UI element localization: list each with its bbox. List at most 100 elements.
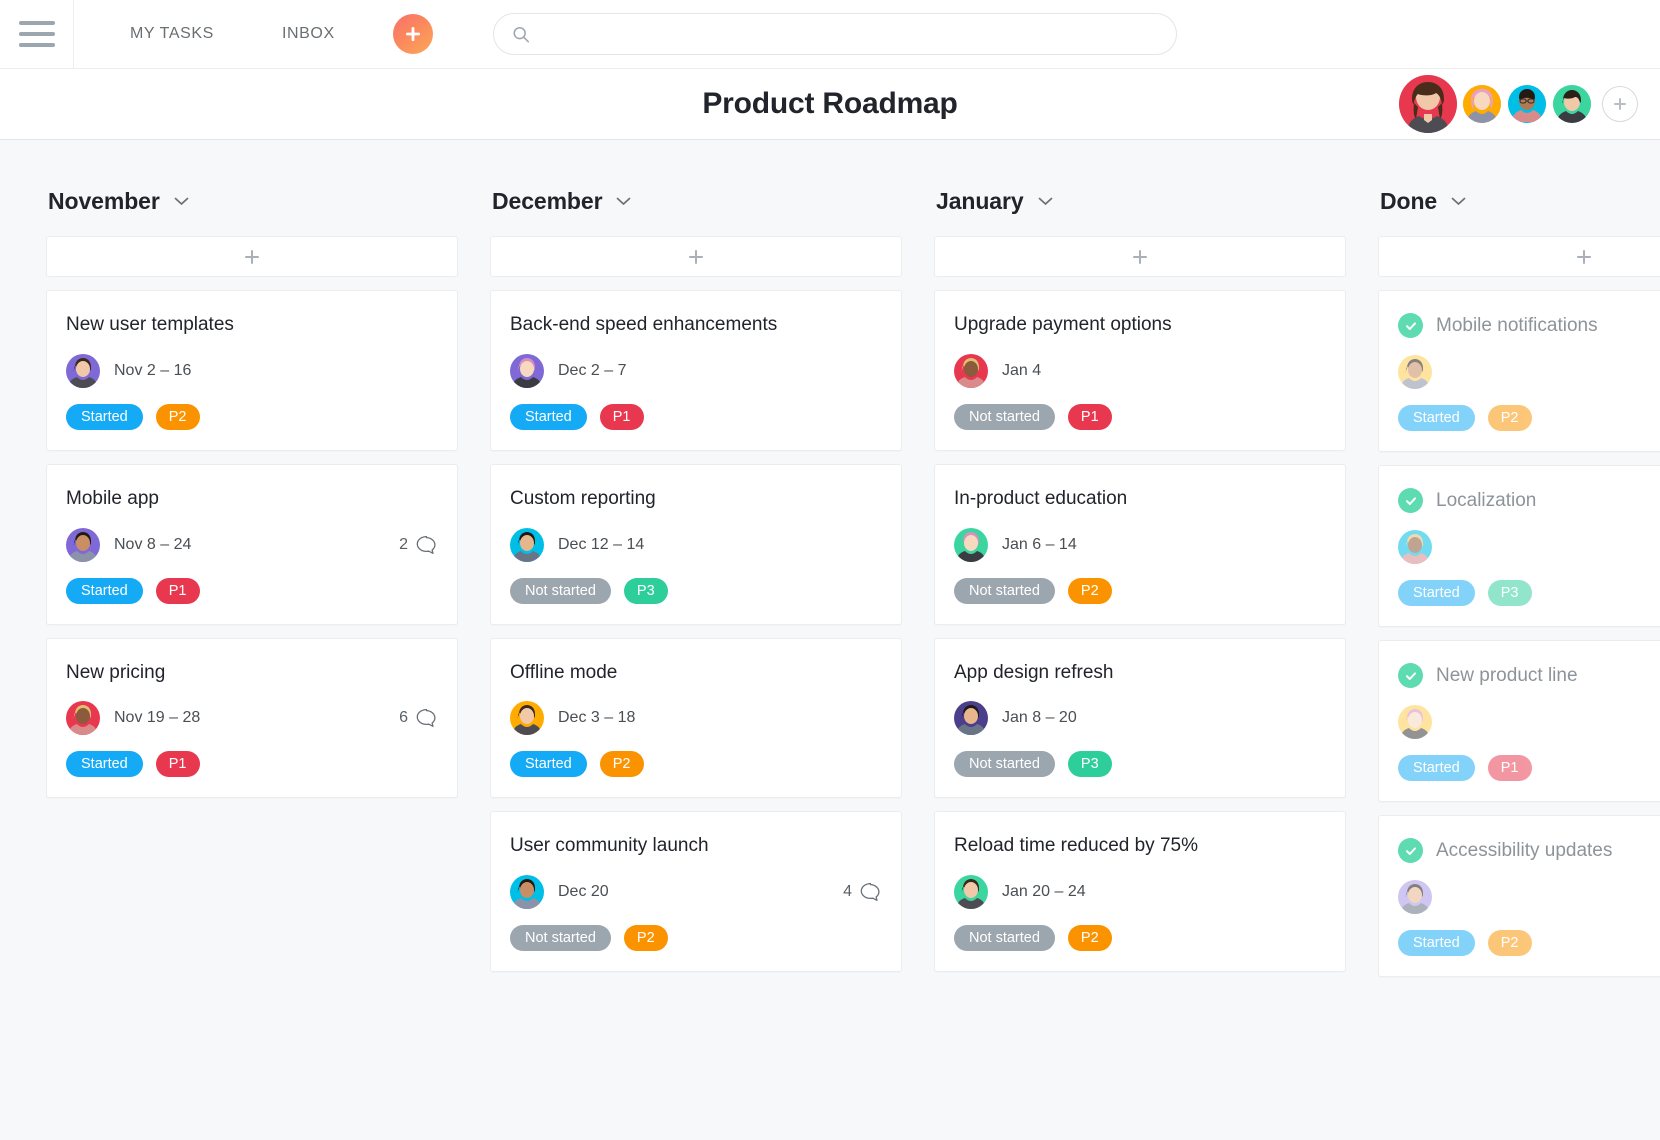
- priority-tag[interactable]: P1: [156, 578, 200, 604]
- task-card[interactable]: Accessibility updatesStartedP2: [1378, 815, 1660, 977]
- priority-tag[interactable]: P1: [1488, 755, 1532, 781]
- priority-tag[interactable]: P2: [1488, 405, 1532, 431]
- assignee-avatar[interactable]: [1398, 355, 1432, 389]
- priority-tag[interactable]: P2: [1068, 578, 1112, 604]
- assignee-avatar[interactable]: [1398, 705, 1432, 739]
- search-bar[interactable]: [493, 13, 1177, 55]
- task-tags: Started P2: [1398, 405, 1660, 431]
- assignee-avatar[interactable]: [510, 701, 544, 735]
- task-date: Jan 8 – 20: [1002, 709, 1077, 727]
- column-menu-button[interactable]: [174, 197, 189, 206]
- assignee-avatar[interactable]: [954, 528, 988, 562]
- status-tag[interactable]: Started: [1398, 755, 1475, 781]
- status-tag[interactable]: Started: [1398, 405, 1475, 431]
- column-menu-button[interactable]: [1451, 197, 1466, 206]
- status-tag[interactable]: Not started: [510, 578, 611, 604]
- task-card[interactable]: New pricingNov 19 – 286StartedP1: [46, 638, 458, 799]
- priority-tag[interactable]: P3: [624, 578, 668, 604]
- status-tag[interactable]: Started: [66, 751, 143, 777]
- task-meta: [1398, 355, 1660, 389]
- task-card[interactable]: Mobile notificationsStartedP2: [1378, 290, 1660, 452]
- task-title-row: Reload time reduced by 75%: [954, 834, 1325, 858]
- comment-count[interactable]: 6: [399, 708, 437, 728]
- avatar[interactable]: [1399, 75, 1457, 133]
- task-card[interactable]: New user templatesNov 2 – 16StartedP2: [46, 290, 458, 451]
- task-card[interactable]: App design refresh Jan 8 – 20 Not started P…: [934, 638, 1346, 799]
- priority-tag[interactable]: P2: [1488, 930, 1532, 956]
- priority-tag[interactable]: P3: [1488, 580, 1532, 606]
- status-tag[interactable]: Not started: [954, 578, 1055, 604]
- status-tag[interactable]: Started: [1398, 580, 1475, 606]
- task-title: Custom reporting: [510, 487, 656, 511]
- status-tag[interactable]: Started: [510, 404, 587, 430]
- add-card-button[interactable]: [46, 236, 458, 277]
- avatar[interactable]: [1463, 85, 1501, 123]
- priority-tag[interactable]: P1: [600, 404, 644, 430]
- search-input[interactable]: [542, 26, 1158, 43]
- task-card[interactable]: New product lineStartedP1: [1378, 640, 1660, 802]
- task-card[interactable]: User community launchDec 204Not startedP…: [490, 811, 902, 972]
- column-menu-button[interactable]: [1038, 197, 1053, 206]
- comment-count[interactable]: 2: [399, 535, 437, 555]
- task-card[interactable]: Custom reporting Dec 12 – 14 Not started P3: [490, 464, 902, 625]
- priority-tag[interactable]: P2: [624, 925, 668, 951]
- top-nav: MY TASKS INBOX: [116, 17, 349, 51]
- task-tags: Not started P1: [954, 404, 1325, 430]
- assignee-avatar[interactable]: [510, 528, 544, 562]
- task-card[interactable]: Offline modeDec 3 – 18StartedP2: [490, 638, 902, 799]
- priority-tag[interactable]: P2: [600, 751, 644, 777]
- task-title-row: App design refresh: [954, 661, 1325, 685]
- priority-tag[interactable]: P2: [1068, 925, 1112, 951]
- task-card[interactable]: LocalizationStartedP3: [1378, 465, 1660, 627]
- add-card-button[interactable]: [1378, 236, 1660, 277]
- quick-add-button[interactable]: [393, 14, 433, 54]
- column-title: Done: [1380, 188, 1437, 215]
- assignee-avatar[interactable]: [66, 354, 100, 388]
- assignee-avatar[interactable]: [954, 875, 988, 909]
- task-meta: Dec 2 – 7: [510, 354, 881, 388]
- task-card[interactable]: Back-end speed enhancementsDec 2 – 7Star…: [490, 290, 902, 451]
- avatar[interactable]: [1553, 85, 1591, 123]
- nav-item-my-tasks[interactable]: MY TASKS: [116, 17, 228, 51]
- assignee-avatar[interactable]: [510, 354, 544, 388]
- assignee-avatar[interactable]: [66, 701, 100, 735]
- priority-tag[interactable]: P1: [156, 751, 200, 777]
- menu-button[interactable]: [0, 0, 74, 69]
- column-header: January: [934, 188, 1346, 215]
- task-title: New user templates: [66, 313, 234, 337]
- column-title: November: [48, 188, 160, 215]
- column-menu-button[interactable]: [616, 197, 631, 206]
- add-card-button[interactable]: [490, 236, 902, 277]
- check-circle-icon: [1398, 313, 1423, 338]
- status-tag[interactable]: Not started: [510, 925, 611, 951]
- assignee-avatar[interactable]: [1398, 880, 1432, 914]
- priority-tag[interactable]: P3: [1068, 751, 1112, 777]
- assignee-avatar[interactable]: [954, 701, 988, 735]
- task-card[interactable]: Mobile appNov 8 – 242StartedP1: [46, 464, 458, 625]
- comment-count[interactable]: 4: [843, 882, 881, 902]
- task-tags: Started P2: [66, 404, 437, 430]
- task-tags: Not started P3: [954, 751, 1325, 777]
- status-tag[interactable]: Not started: [954, 404, 1055, 430]
- nav-item-inbox[interactable]: INBOX: [268, 17, 349, 51]
- task-card[interactable]: Upgrade payment optionsJan 4Not startedP…: [934, 290, 1346, 451]
- add-member-button[interactable]: [1602, 86, 1638, 122]
- assignee-avatar[interactable]: [1398, 530, 1432, 564]
- task-card[interactable]: In-product educationJan 6 – 14Not starte…: [934, 464, 1346, 625]
- assignee-avatar[interactable]: [66, 528, 100, 562]
- status-tag[interactable]: Not started: [954, 751, 1055, 777]
- assignee-avatar[interactable]: [954, 354, 988, 388]
- assignee-avatar[interactable]: [510, 875, 544, 909]
- status-tag[interactable]: Started: [510, 751, 587, 777]
- status-tag[interactable]: Started: [1398, 930, 1475, 956]
- task-meta: Dec 12 – 14: [510, 528, 881, 562]
- comment-bubble-icon: [416, 535, 437, 555]
- status-tag[interactable]: Not started: [954, 925, 1055, 951]
- avatar[interactable]: [1508, 85, 1546, 123]
- task-card[interactable]: Reload time reduced by 75%Jan 20 – 24Not…: [934, 811, 1346, 972]
- status-tag[interactable]: Started: [66, 404, 143, 430]
- status-tag[interactable]: Started: [66, 578, 143, 604]
- add-card-button[interactable]: [934, 236, 1346, 277]
- priority-tag[interactable]: P1: [1068, 404, 1112, 430]
- priority-tag[interactable]: P2: [156, 404, 200, 430]
